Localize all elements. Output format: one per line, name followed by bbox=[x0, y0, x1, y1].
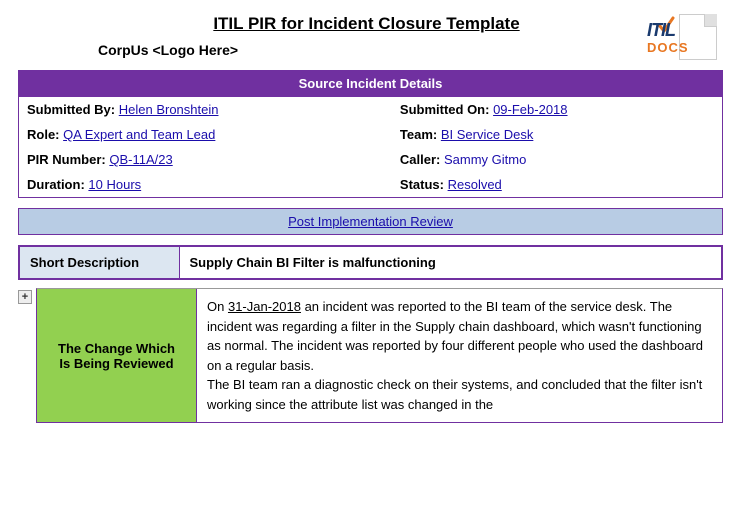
role-value: QA Expert and Team Lead bbox=[63, 127, 215, 142]
short-desc-label-cell: Short Description bbox=[19, 246, 179, 279]
short-desc-value: Supply Chain BI Filter is malfunctioning bbox=[190, 255, 436, 270]
change-section-wrapper: + The Change WhichIs Being Reviewed On 3… bbox=[36, 288, 723, 423]
short-desc-label: Short Description bbox=[30, 255, 139, 270]
short-description-table: Short Description Supply Chain BI Filter… bbox=[18, 245, 723, 280]
submitted-on-cell: Submitted On: 09-Feb-2018 bbox=[392, 97, 723, 122]
change-content-date: 31-Jan-2018 bbox=[228, 299, 301, 314]
team-value: BI Service Desk bbox=[441, 127, 533, 142]
role-cell: Role: QA Expert and Team Lead bbox=[19, 122, 392, 147]
corp-logo: CorpUs <Logo Here> bbox=[98, 42, 635, 58]
itil-docs-logo: ITIL DOCS bbox=[647, 12, 719, 64]
pir-number-value: QB-11A/23 bbox=[109, 152, 172, 167]
pir-number-cell: PIR Number: QB-11A/23 bbox=[19, 147, 392, 172]
change-content-cell: On 31-Jan-2018 an incident was reported … bbox=[197, 289, 722, 422]
row-duration: Duration: 10 Hours Status: Resolved bbox=[19, 172, 723, 198]
page-wrapper: ITIL PIR for Incident Closure Template C… bbox=[0, 0, 741, 433]
change-content-body: an incident was reported to the BI team … bbox=[207, 299, 703, 412]
short-desc-value-cell: Supply Chain BI Filter is malfunctioning bbox=[179, 246, 722, 279]
page-title: ITIL PIR for Incident Closure Template bbox=[98, 14, 635, 34]
short-desc-row: Short Description Supply Chain BI Filter… bbox=[19, 246, 722, 279]
caller-label: Caller: bbox=[400, 152, 440, 167]
row-submitted: Submitted By: Helen Bronshtein Submitted… bbox=[19, 97, 723, 122]
incident-details-table: Submitted By: Helen Bronshtein Submitted… bbox=[18, 97, 723, 198]
pir-banner: Post Implementation Review bbox=[18, 208, 723, 235]
status-cell: Status: Resolved bbox=[392, 172, 723, 198]
pir-number-label: PIR Number: bbox=[27, 152, 106, 167]
logo-area: ITIL DOCS bbox=[643, 12, 723, 64]
change-label: The Change WhichIs Being Reviewed bbox=[58, 341, 175, 371]
team-cell: Team: BI Service Desk bbox=[392, 122, 723, 147]
source-incident-banner: Source Incident Details bbox=[18, 70, 723, 97]
duration-cell: Duration: 10 Hours bbox=[19, 172, 392, 198]
logo-itil-text: ITIL bbox=[647, 20, 675, 41]
header-area: ITIL PIR for Incident Closure Template C… bbox=[18, 10, 723, 64]
duration-value: 10 Hours bbox=[88, 177, 141, 192]
change-label-cell: The Change WhichIs Being Reviewed bbox=[37, 289, 197, 422]
submitted-on-label: Submitted On: bbox=[400, 102, 490, 117]
row-pir: PIR Number: QB-11A/23 Caller: Sammy Gitm… bbox=[19, 147, 723, 172]
logo-docs-text: DOCS bbox=[647, 40, 689, 55]
caller-value: Sammy Gitmo bbox=[444, 152, 526, 167]
row-role: Role: QA Expert and Team Lead Team: BI S… bbox=[19, 122, 723, 147]
status-value: Resolved bbox=[448, 177, 502, 192]
role-label: Role: bbox=[27, 127, 60, 142]
submitted-by-label-cell: Submitted By: Helen Bronshtein bbox=[19, 97, 392, 122]
submitted-by-label: Submitted By: bbox=[27, 102, 115, 117]
change-content-pre: On bbox=[207, 299, 228, 314]
duration-label: Duration: bbox=[27, 177, 85, 192]
submitted-by-value: Helen Bronshtein bbox=[119, 102, 219, 117]
change-section: The Change WhichIs Being Reviewed On 31-… bbox=[36, 288, 723, 423]
status-label: Status: bbox=[400, 177, 444, 192]
submitted-on-value: 09-Feb-2018 bbox=[493, 102, 567, 117]
team-label: Team: bbox=[400, 127, 437, 142]
title-block: ITIL PIR for Incident Closure Template C… bbox=[98, 10, 635, 62]
caller-cell: Caller: Sammy Gitmo bbox=[392, 147, 723, 172]
expand-button[interactable]: + bbox=[18, 290, 32, 304]
